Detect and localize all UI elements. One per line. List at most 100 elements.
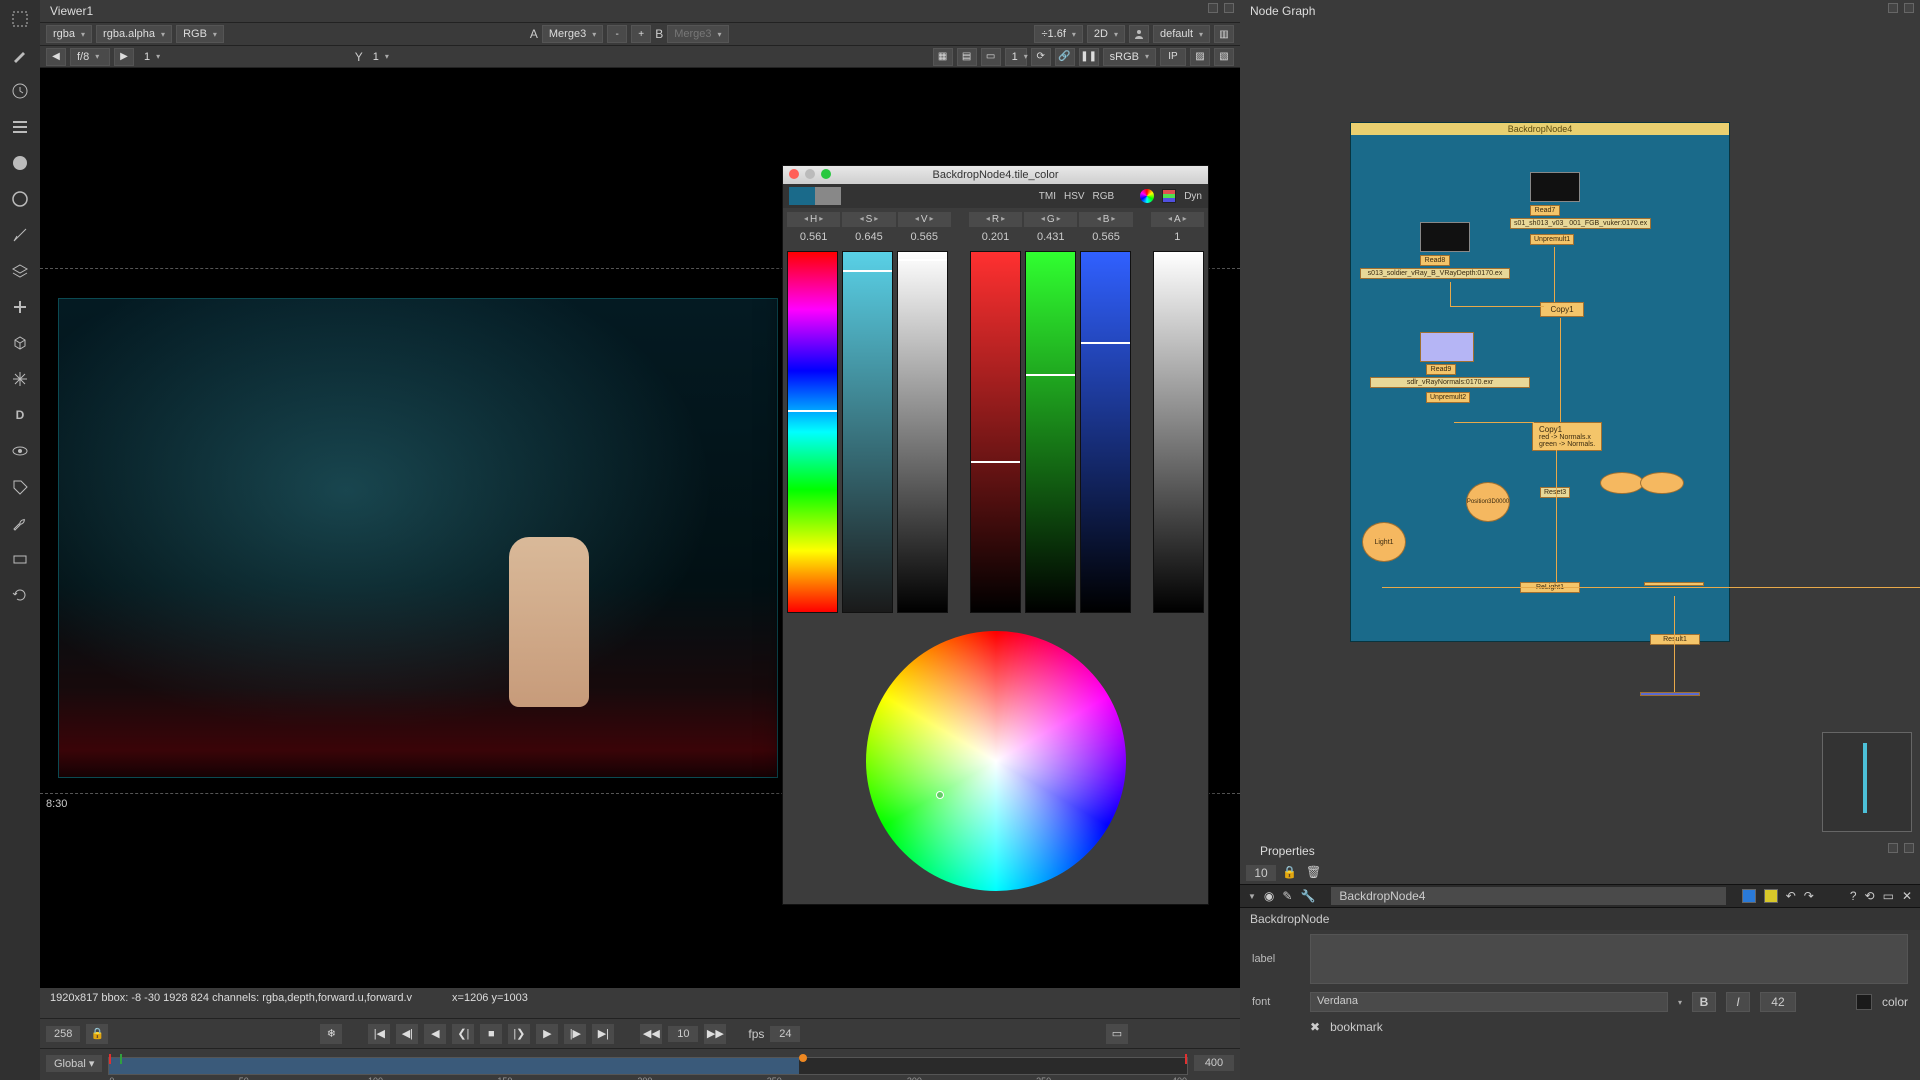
r-header[interactable]: ◂R▸ xyxy=(969,212,1022,227)
color-wheel[interactable] xyxy=(866,631,1126,891)
timeline[interactable]: Global ▾ 0 50 100 150 200 250 300 350 40… xyxy=(40,1048,1240,1080)
drive-icon[interactable] xyxy=(9,548,31,570)
clear-props-icon[interactable]: 🗑 xyxy=(1306,865,1324,881)
step-rev-button[interactable]: ❮| xyxy=(452,1024,474,1044)
node-graph-canvas[interactable]: BackdropNode4 Read7 s01_sh013_v03_ 001_F… xyxy=(1240,22,1920,840)
step-fwd-button[interactable]: |❯ xyxy=(508,1024,530,1044)
skip-back-button[interactable]: ◀◀ xyxy=(640,1024,662,1044)
input-b-select[interactable]: Merge3 xyxy=(667,25,728,43)
back-icon[interactable]: ◀ xyxy=(46,48,66,66)
input-a-dash[interactable]: - xyxy=(607,25,627,43)
reload-icon[interactable]: ⟳ xyxy=(1031,48,1051,66)
r-value[interactable]: 0.201 xyxy=(969,229,1022,245)
ramp-icon[interactable]: ▨ xyxy=(1190,48,1210,66)
srgb-select[interactable]: sRGB xyxy=(1103,48,1156,66)
stop-button[interactable]: ■ xyxy=(480,1024,502,1044)
hatch-icon[interactable]: ▧ xyxy=(1214,48,1234,66)
properties-tab[interactable]: BackdropNode xyxy=(1240,908,1920,930)
knife-icon[interactable] xyxy=(9,224,31,246)
traffic-max-icon[interactable] xyxy=(821,169,831,179)
node-read8-thumb[interactable] xyxy=(1420,222,1470,252)
g-value[interactable]: 0.431 xyxy=(1024,229,1077,245)
input-a-plus[interactable]: + xyxy=(631,25,651,43)
wrench-icon[interactable] xyxy=(9,512,31,534)
fps-value[interactable]: 24 xyxy=(770,1026,800,1042)
one-select[interactable]: 1 xyxy=(1005,48,1027,66)
y-value[interactable]: 1 xyxy=(367,48,397,66)
prev-color-swatch[interactable] xyxy=(815,187,841,205)
panel-btn-2[interactable] xyxy=(1224,3,1234,13)
ip-button[interactable]: IP xyxy=(1160,48,1186,66)
last-frame-button[interactable]: ▶| xyxy=(592,1024,614,1044)
a-value[interactable]: 1 xyxy=(1151,229,1204,245)
node-unprem2[interactable]: Unpremult2 xyxy=(1426,392,1470,403)
prop-panel-btn-2[interactable] xyxy=(1904,843,1914,853)
node-read9[interactable]: Read9 xyxy=(1426,364,1456,375)
plus-icon[interactable] xyxy=(9,296,31,318)
hue-ramp[interactable] xyxy=(787,251,838,613)
bold-button[interactable]: B xyxy=(1692,992,1716,1012)
undo-icon[interactable]: ↶ xyxy=(1786,889,1796,903)
first-frame-button[interactable]: |◀ xyxy=(368,1024,390,1044)
red-ramp[interactable] xyxy=(970,251,1021,613)
s-value[interactable]: 0.645 xyxy=(842,229,895,245)
layers-icon[interactable] xyxy=(9,260,31,282)
user-icon[interactable] xyxy=(1129,25,1149,43)
node-copy1[interactable]: Copy1 xyxy=(1540,302,1584,317)
refresh-icon[interactable] xyxy=(9,584,31,606)
bookmark-x-icon[interactable]: ✖ xyxy=(1310,1020,1320,1034)
font-select[interactable]: Verdana xyxy=(1310,992,1668,1012)
ng-panel-btn-1[interactable] xyxy=(1888,3,1898,13)
input-a-select[interactable]: Merge3 xyxy=(542,25,603,43)
proxy-label[interactable]: f/8 xyxy=(70,48,110,66)
float-icon[interactable]: ▭ xyxy=(1883,889,1894,903)
center-icon[interactable]: ◉ xyxy=(1264,889,1274,903)
node-name-field[interactable]: BackdropNode4 xyxy=(1331,887,1725,905)
italic-button[interactable]: I xyxy=(1726,992,1750,1012)
b-value[interactable]: 0.565 xyxy=(1079,229,1132,245)
timeline-range-select[interactable]: Global ▾ xyxy=(46,1055,102,1072)
doc-icon[interactable]: ▭ xyxy=(981,48,1001,66)
out-display-button[interactable]: ▭ xyxy=(1106,1024,1128,1044)
blue-ramp[interactable] xyxy=(1080,251,1131,613)
node-relight2[interactable] xyxy=(1644,582,1704,586)
font-size-field[interactable]: 42 xyxy=(1760,992,1796,1012)
g-header[interactable]: ◂G▸ xyxy=(1024,212,1077,227)
lock-props-icon[interactable]: 🔒 xyxy=(1282,865,1300,881)
wheel-mode-icon[interactable] xyxy=(1140,189,1154,203)
close-node-icon[interactable]: ✕ xyxy=(1902,889,1912,903)
s-header[interactable]: ◂S▸ xyxy=(842,212,895,227)
node-result1[interactable]: Result1 xyxy=(1650,634,1700,645)
dim-select[interactable]: 2D xyxy=(1087,25,1125,43)
color-swatch[interactable] xyxy=(1856,994,1872,1010)
sat-ramp[interactable] xyxy=(842,251,893,613)
prev-key-button[interactable]: ◀| xyxy=(396,1024,418,1044)
tmi-mode[interactable]: TMI xyxy=(1039,191,1056,202)
proxy-value[interactable]: 1 xyxy=(138,48,162,66)
node-graph-minimap[interactable] xyxy=(1822,732,1912,832)
node-read9-thumb[interactable] xyxy=(1420,332,1474,362)
scale-select[interactable]: ÷1.6f xyxy=(1034,25,1082,43)
color-wheel-picker[interactable] xyxy=(936,791,944,799)
skip-fwd-button[interactable]: ▶▶ xyxy=(704,1024,726,1044)
proxy-arrow-icon[interactable]: ▶ xyxy=(114,48,134,66)
current-frame-field[interactable]: 258 xyxy=(46,1026,80,1042)
prop-panel-btn-1[interactable] xyxy=(1888,843,1898,853)
green-ramp[interactable] xyxy=(1025,251,1076,613)
node-read8[interactable]: Read8 xyxy=(1420,255,1450,266)
tear-off-icon[interactable]: ▥ xyxy=(1214,25,1234,43)
b-header[interactable]: ◂B▸ xyxy=(1079,212,1132,227)
grid-icon-1[interactable]: ▦ xyxy=(933,48,953,66)
node-read7-thumb[interactable] xyxy=(1530,172,1580,202)
node-light1[interactable]: Light1 xyxy=(1362,522,1406,562)
hsv-mode[interactable]: HSV xyxy=(1064,191,1085,202)
v-value[interactable]: 0.565 xyxy=(898,229,951,245)
tag-icon[interactable] xyxy=(9,476,31,498)
h-value[interactable]: 0.561 xyxy=(787,229,840,245)
node-pos3d[interactable]: Position3D0000 xyxy=(1466,482,1510,522)
wrench-props-icon[interactable]: 🔧 xyxy=(1300,889,1315,903)
node-read7[interactable]: Read7 xyxy=(1530,205,1560,216)
link-icon[interactable]: 🔗 xyxy=(1055,48,1075,66)
snowflake-button[interactable]: ❄ xyxy=(320,1024,342,1044)
channel-select[interactable]: rgba xyxy=(46,25,92,43)
